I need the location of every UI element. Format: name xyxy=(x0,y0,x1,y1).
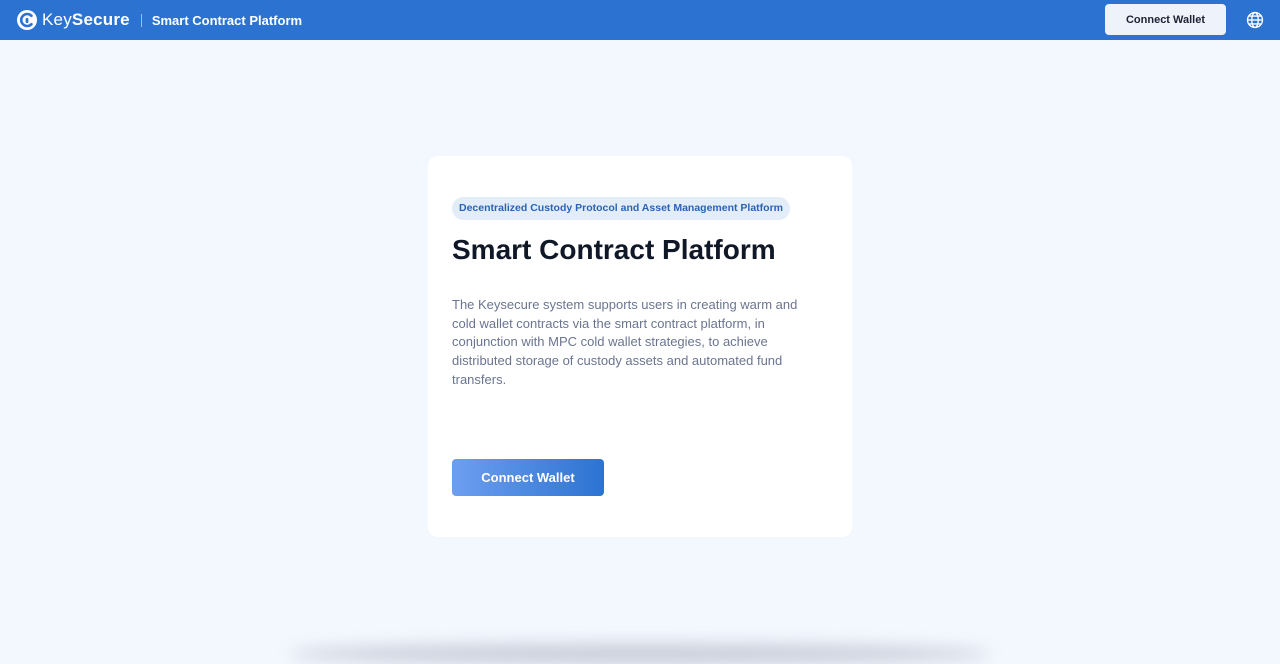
platform-tag-badge: Decentralized Custody Protocol and Asset… xyxy=(452,197,791,220)
platform-description: The Keysecure system supports users in c… xyxy=(452,297,798,387)
globe-icon[interactable] xyxy=(1246,11,1264,29)
brand-divider xyxy=(140,13,142,27)
header-connect-wallet-button[interactable]: Connect Wallet xyxy=(1105,4,1226,35)
keysecure-logo-icon xyxy=(17,10,37,30)
intro-card: Decentralized Custody Protocol and Asset… xyxy=(428,156,852,537)
brand-name-suffix: Secure xyxy=(71,10,130,29)
bottom-panel-shadow xyxy=(290,644,990,664)
platform-subtitle: Smart Contract Platform xyxy=(151,12,303,28)
page-title: Smart Contract Platform xyxy=(452,234,776,265)
brand[interactable]: KeySecure xyxy=(16,9,130,31)
brand-name: KeySecure xyxy=(42,10,130,30)
brand-name-prefix: Key xyxy=(42,10,72,29)
header-actions: Connect Wallet xyxy=(1105,4,1264,35)
top-navbar: KeySecure Smart Contract Platform Connec… xyxy=(0,0,1280,40)
connect-wallet-button[interactable]: Connect Wallet xyxy=(452,459,604,496)
